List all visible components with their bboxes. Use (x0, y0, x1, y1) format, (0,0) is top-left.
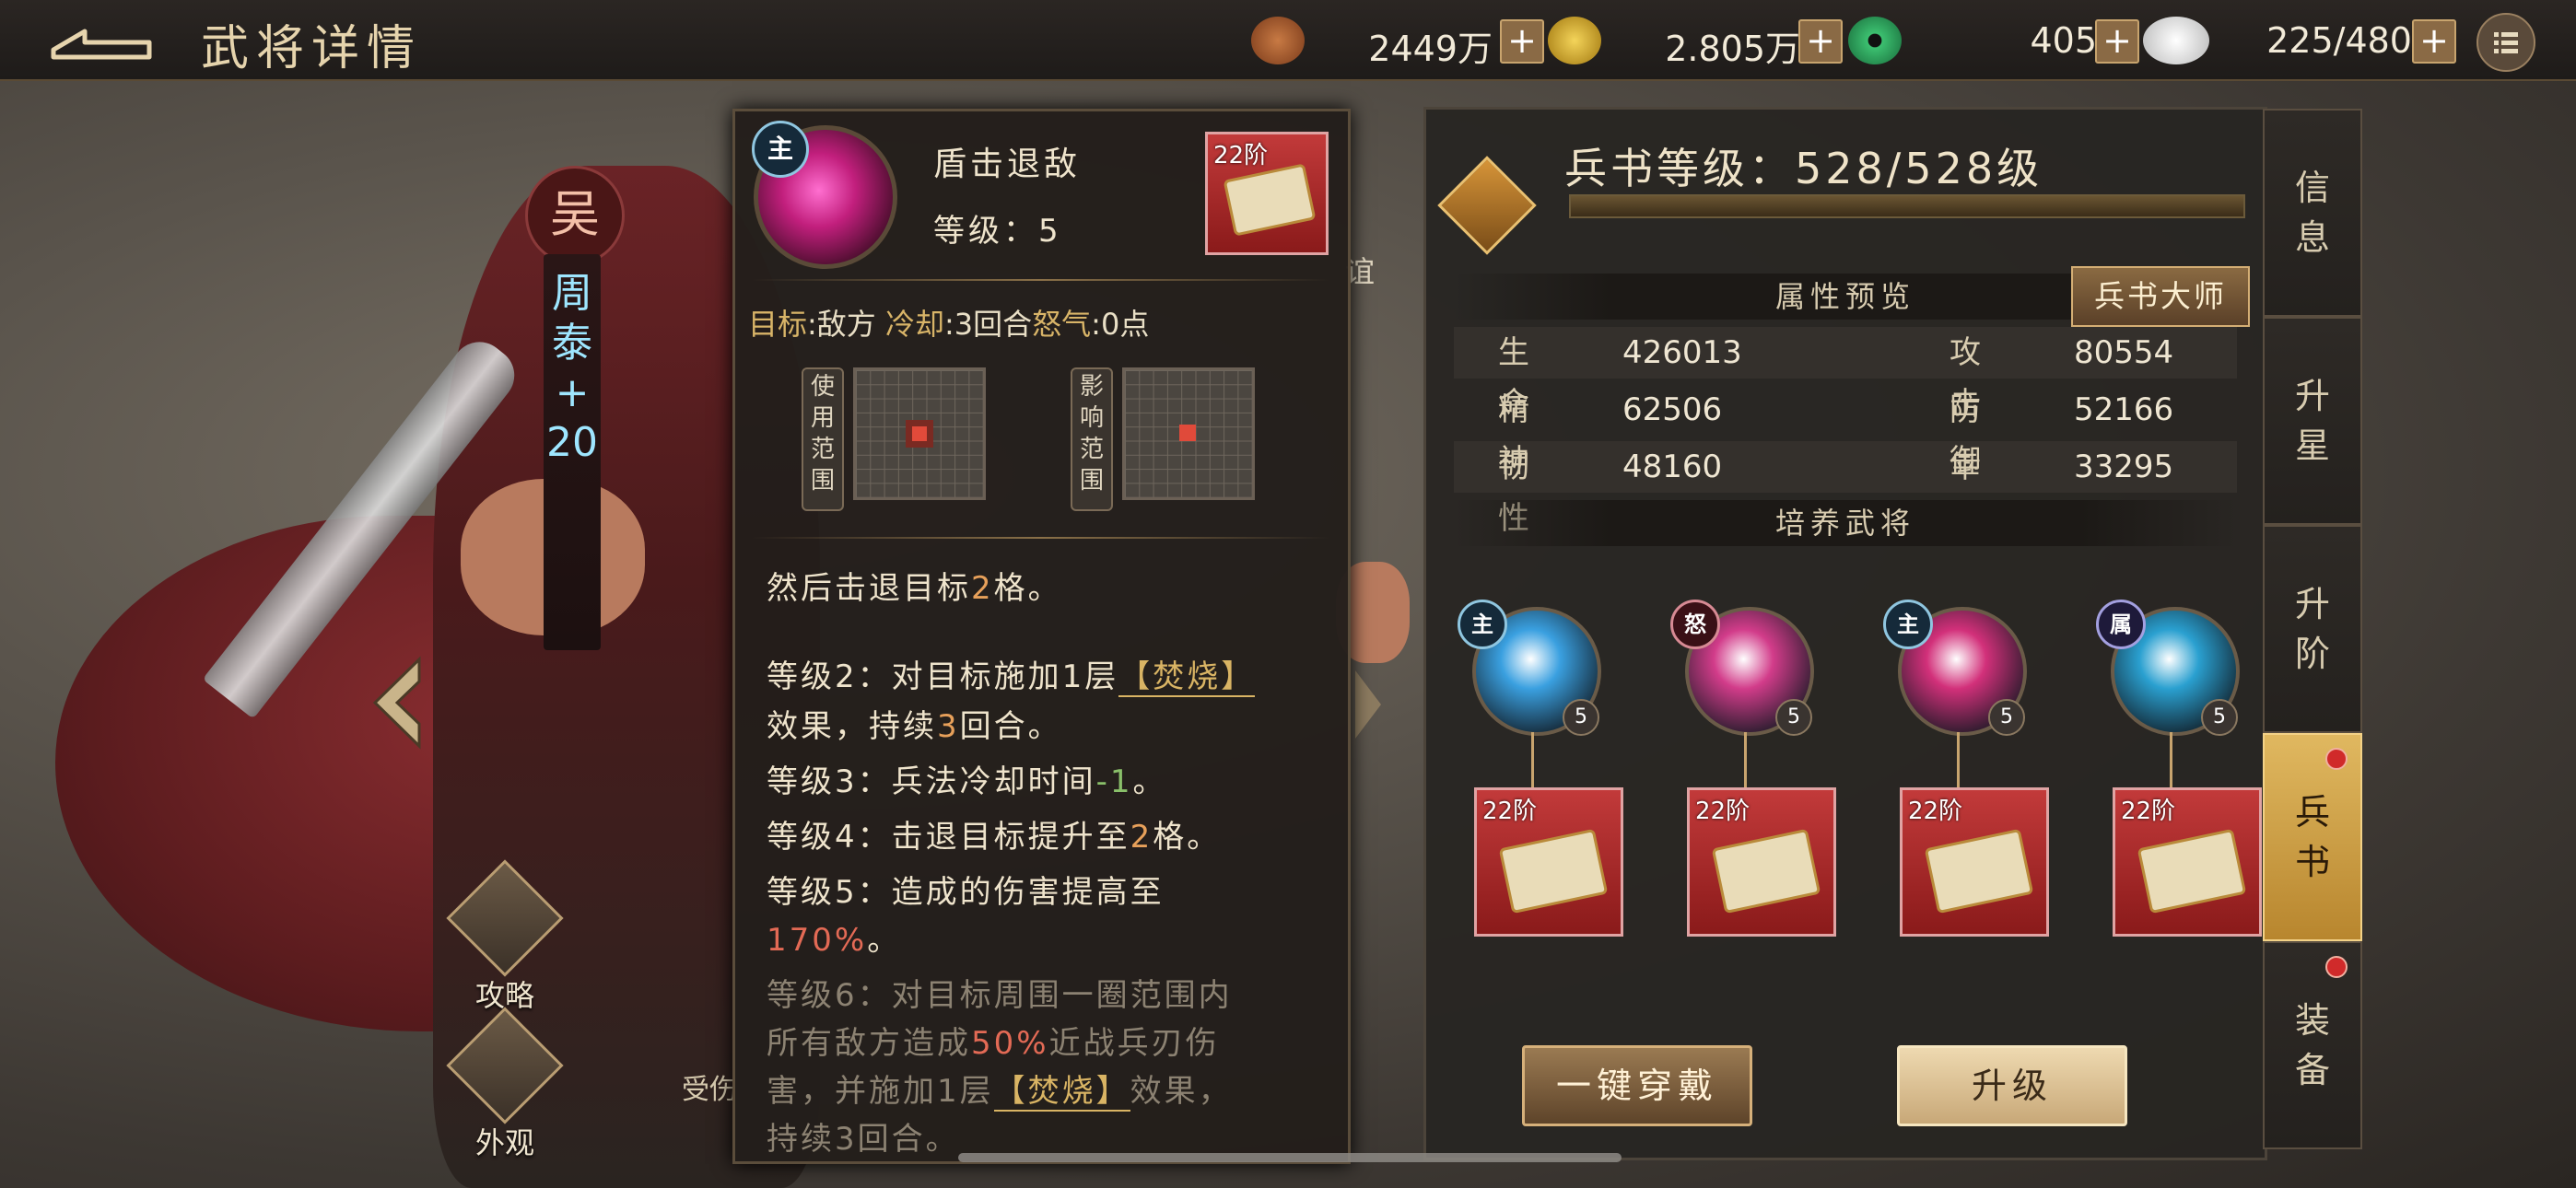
jade-icon (1848, 17, 1902, 64)
war-book-emblem-icon (1437, 156, 1537, 255)
burn-status-link: 【焚烧】 (1118, 658, 1256, 697)
skill-detail-popup: 主 盾击退敌 等级：5 22阶 目标:敌方 冷却:3回合怒气:0点 使用 范围 … (732, 109, 1351, 1164)
tab-info[interactable]: 信息 (2263, 109, 2362, 317)
gold-coin-icon (1548, 17, 1601, 64)
scroll-icon (1924, 828, 2034, 914)
menu-button[interactable] (2476, 13, 2535, 72)
book-level-label: 兵书等级：528/528级 (1564, 144, 2043, 193)
resource-gold: 2.805万 + (1548, 15, 1861, 69)
skill-desc-line: 害，并施加1层【焚烧】效果， (767, 1073, 1233, 1112)
page-title: 武将详情 (201, 21, 423, 76)
copper-coin-icon (1251, 17, 1305, 64)
back-arrow-icon[interactable] (46, 18, 157, 64)
scroll-icon (1711, 828, 1821, 914)
steamed-bun-icon (2143, 17, 2209, 64)
divider (752, 537, 1329, 539)
add-food-button[interactable]: + (2412, 19, 2456, 64)
scroll-icon (2137, 828, 2247, 914)
general-book-scroll[interactable]: 22阶 (1474, 787, 1623, 937)
general-book-scroll[interactable]: 22阶 (2113, 787, 2262, 937)
skill-desc-line: 然后击退目标2格。 (767, 570, 1062, 607)
skill-desc-line: 效果，持续3回合。 (767, 708, 1062, 745)
add-copper-button[interactable]: + (1500, 19, 1544, 64)
tab-rank-up[interactable]: 升阶 (2263, 525, 2362, 733)
list-menu-icon (2494, 32, 2518, 53)
prev-hero-arrow-icon[interactable] (364, 652, 438, 753)
partial-label: 受伤 (682, 1074, 737, 1106)
main-skill-tag: 主 (752, 121, 809, 178)
add-jade-button[interactable]: + (2095, 19, 2139, 64)
use-range-label: 使用 范围 (802, 367, 844, 511)
skill-desc-line: 等级6：对目标周围一圈范围内 (767, 977, 1233, 1014)
faction-badge: 吴 (525, 166, 625, 265)
appearance-button[interactable]: 外观 (446, 1007, 564, 1160)
book-master-button[interactable]: 兵书大师 (2071, 266, 2250, 327)
skill-desc-line: 等级2：对目标施加1层【焚烧】 (767, 658, 1256, 697)
hero-name-char: + (555, 369, 590, 416)
skill-desc-line: 等级5：造成的伤害提高至 (767, 874, 1165, 911)
resource-copper: 2449万 + (1251, 15, 1564, 69)
skill-info-line: 目标:敌方 冷却:3回合怒气:0点 (748, 307, 1150, 342)
scroll-icon (1498, 828, 1609, 914)
hero-plus-level: 20 (546, 419, 598, 466)
book-level-fill (1571, 196, 2243, 216)
skill-level: 等级：5 (933, 213, 1062, 250)
scroll-stack-icon (446, 859, 564, 977)
book-level-progress (1569, 194, 2245, 218)
armor-icon (446, 1007, 564, 1124)
notification-dot (2325, 748, 2348, 770)
skill-desc-line: 等级3：兵法冷却时间-1。 (767, 763, 1167, 800)
add-gold-button[interactable]: + (1798, 19, 1843, 64)
horizontal-scrollbar[interactable] (958, 1153, 1622, 1162)
strategy-button[interactable]: 攻略 (446, 859, 564, 1013)
upgrade-button[interactable]: 升级 (1897, 1045, 2127, 1126)
scroll-icon (1223, 163, 1317, 237)
effect-range-label: 影响 范围 (1071, 367, 1113, 511)
resource-food: 225/480 + (2143, 15, 2456, 66)
skill-desc-line: 等级4：击退目标提升至2格。 (767, 819, 1222, 856)
general-book-scroll[interactable]: 22阶 (1900, 787, 2049, 937)
war-book-panel: 兵书等级：528/528级 属性预览 兵书大师 生命 426013 攻击 80554… (1423, 107, 2267, 1160)
tab-war-book[interactable]: 兵书 (2263, 733, 2362, 941)
skill-desc-line: 170%。 (767, 922, 902, 959)
tier-label: 22阶 (1213, 142, 1269, 169)
skill-desc-line: 所有敌方造成50%近战兵刃伤 (767, 1025, 1220, 1062)
train-general-header: 培养武将 (1454, 500, 2237, 546)
skill-desc-line: 持续3回合。 (767, 1121, 960, 1158)
burn-status-link: 【焚烧】 (993, 1073, 1130, 1112)
skill-name: 盾击退敌 (933, 146, 1082, 183)
skill-book-scroll[interactable]: 22阶 (1205, 132, 1329, 255)
hero-name-char: 泰 (552, 320, 592, 367)
hero-name-banner: 吴 周 泰 + 20 (523, 166, 625, 650)
tab-equipment[interactable]: 装备 (2263, 941, 2362, 1149)
equip-all-button[interactable]: 一键穿戴 (1522, 1045, 1752, 1126)
hero-name-char: 周 (552, 270, 592, 317)
divider (752, 279, 1329, 281)
next-hero-arrow-icon[interactable] (1350, 663, 1387, 746)
resource-jade: 405 + (1848, 15, 2143, 66)
notification-dot (2325, 956, 2348, 978)
general-book-scroll[interactable]: 22阶 (1687, 787, 1836, 937)
tab-star-up[interactable]: 升星 (2263, 317, 2362, 525)
